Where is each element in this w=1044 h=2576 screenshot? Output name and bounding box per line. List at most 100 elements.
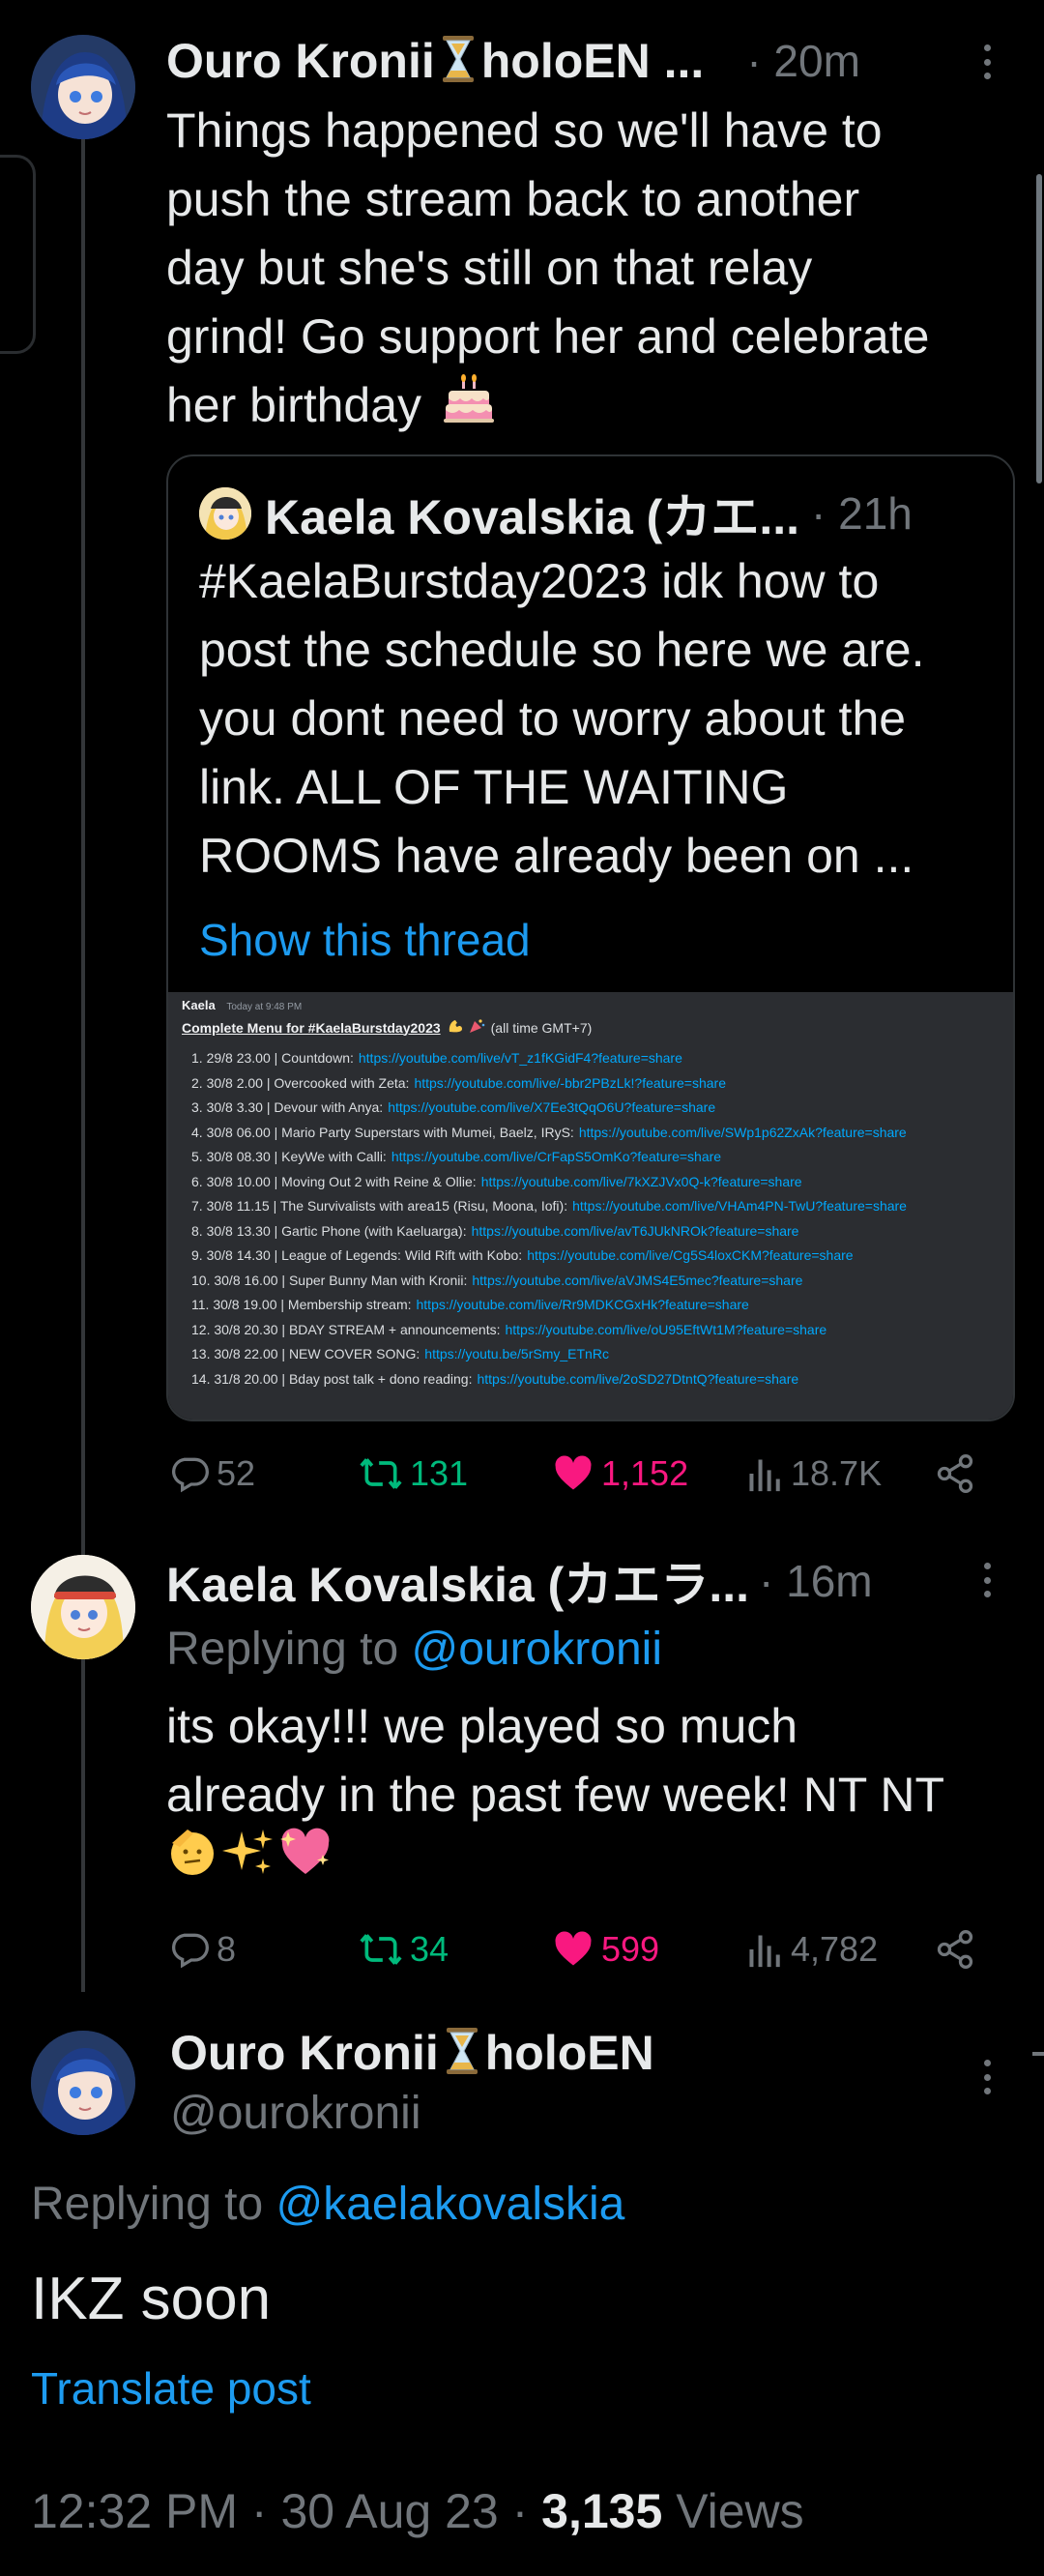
reply-button[interactable]: 8 xyxy=(168,1928,236,1971)
schedule-row-link[interactable]: https://youtube.com/live/-bbr2PBzLk!?fea… xyxy=(414,1075,726,1091)
schedule-row-text: 14. 31/8 20.00 | Bday post talk + dono r… xyxy=(191,1370,473,1387)
post-actions: 52 131 1,152 18.7K xyxy=(168,1447,990,1501)
handle[interactable]: @ourokronii xyxy=(170,2085,421,2143)
views-button[interactable]: 18.7K xyxy=(746,1452,882,1495)
schedule-row-text: 5. 30/8 08.30 | KeyWe with Calli: xyxy=(191,1149,387,1164)
repost-button[interactable]: 34 xyxy=(358,1928,449,1971)
translate-post-link[interactable]: Translate post xyxy=(31,2359,311,2417)
edge-decoration xyxy=(0,155,36,354)
post-time[interactable]: 12:32 PM xyxy=(31,2484,238,2538)
schedule-row-link[interactable]: https://youtube.com/live/Rr9MDKCGxHk?fea… xyxy=(417,1297,749,1312)
display-name[interactable]: Ouro Kronii xyxy=(170,2025,439,2081)
like-button[interactable]: 1,152 xyxy=(551,1452,688,1495)
schedule-image[interactable]: Kaela Today at 9:48 PM Complete Menu for… xyxy=(168,992,1013,1420)
schedule-row: 3. 30/8 3.30 | Devour with Anya: https://… xyxy=(191,1099,715,1115)
hourglass-icon xyxy=(439,34,478,89)
replying-handle[interactable]: @kaelakovalskia xyxy=(276,2179,624,2230)
quoted-post[interactable]: Kaela Kovalskia (カエ... · 21h #KaelaBurst… xyxy=(166,454,1015,1421)
schedule-row-link[interactable]: https://youtu.be/5rSmy_ETnRc xyxy=(424,1346,609,1361)
schedule-row: 14. 31/8 20.00 | Bday post talk + dono r… xyxy=(191,1371,798,1387)
schedule-row-link[interactable]: https://youtube.com/live/X7Ee3tQqO6U?fea… xyxy=(388,1099,715,1115)
repost-icon xyxy=(358,1928,404,1971)
replying-handle[interactable]: @ourokronii xyxy=(411,1624,662,1675)
schedule-row-link[interactable]: https://youtube.com/live/CrFapS5OmKo?fea… xyxy=(392,1149,721,1164)
schedule-row-text: 9. 30/8 14.30 | League of Legends: Wild … xyxy=(191,1247,523,1263)
reply-icon xyxy=(168,1928,211,1971)
schedule-author: Kaela xyxy=(182,998,216,1012)
repost-icon xyxy=(358,1452,404,1495)
views-icon xyxy=(746,1452,785,1495)
schedule-row-link[interactable]: https://youtube.com/live/2oSD27DtntQ?fea… xyxy=(477,1371,798,1387)
like-button[interactable]: 599 xyxy=(551,1928,659,1971)
schedule-row-link[interactable]: https://youtube.com/live/vT_z1fKGidF4?fe… xyxy=(359,1050,682,1066)
reply-icon xyxy=(168,1452,211,1495)
schedule-row: 4. 30/8 06.00 | Mario Party Superstars w… xyxy=(191,1125,907,1140)
schedule-row-text: 11. 30/8 19.00 | Membership stream: xyxy=(191,1297,412,1312)
avatar[interactable] xyxy=(31,2031,135,2135)
schedule-row-link[interactable]: https://youtube.com/live/avT6JUkNROk?fea… xyxy=(472,1223,799,1239)
schedule-title: Complete Menu for #KaelaBurstday2023 xyxy=(182,1019,441,1036)
repost-button[interactable]: 131 xyxy=(358,1452,468,1495)
schedule-row-text: 3. 30/8 3.30 | Devour with Anya: xyxy=(191,1099,384,1115)
quote-avatar[interactable] xyxy=(199,487,251,540)
party-emoji xyxy=(468,1017,485,1038)
views-count[interactable]: 3,135 xyxy=(541,2484,662,2538)
more-icon[interactable] xyxy=(984,1563,996,1597)
post-actions: 8 34 599 4,782 xyxy=(168,1922,990,1976)
schedule-row: 1. 29/8 23.00 | Countdown: https://youtub… xyxy=(191,1050,682,1066)
views-label: Views xyxy=(676,2484,804,2538)
schedule-row: 2. 30/8 2.00 | Overcooked with Zeta: http… xyxy=(191,1075,726,1091)
share-icon xyxy=(934,1452,976,1495)
hourglass-icon xyxy=(443,2026,481,2081)
show-thread-link[interactable]: Show this thread xyxy=(199,911,531,969)
schedule-row: 8. 30/8 13.30 | Gartic Phone (with Kaelu… xyxy=(191,1223,798,1239)
post-time[interactable]: · 20m xyxy=(746,35,860,87)
display-name-suffix[interactable]: holoEN ... xyxy=(481,33,705,89)
schedule-row-text: 8. 30/8 13.30 | Gartic Phone (with Kaelu… xyxy=(191,1222,467,1239)
schedule-row-text: 7. 30/8 11.15 | The Survivalists with ar… xyxy=(191,1198,568,1214)
avatar[interactable] xyxy=(31,1555,135,1659)
post-time[interactable]: · 16m xyxy=(759,1555,873,1607)
post-text: its okay!!! we played so much already in… xyxy=(166,1692,1017,1891)
schedule-row: 12. 30/8 20.30 | BDAY STREAM + announcem… xyxy=(191,1322,826,1337)
views-icon xyxy=(746,1928,785,1971)
share-button[interactable] xyxy=(934,1928,976,1971)
post-date[interactable]: 30 Aug 23 xyxy=(280,2484,498,2538)
schedule-row-link[interactable]: https://youtube.com/live/SWp1p62ZxAk?fea… xyxy=(579,1125,907,1140)
display-name[interactable]: Kaela Kovalskia (カエラ... xyxy=(166,1546,749,1616)
schedule-row: 6. 30/8 10.00 | Moving Out 2 with Reine … xyxy=(191,1174,802,1189)
sparkling-heart-emoji xyxy=(278,1826,333,1896)
avatar[interactable] xyxy=(31,35,135,139)
replying-to: Replying to @ourokronii xyxy=(166,1624,662,1675)
schedule-row-link[interactable]: https://youtube.com/live/VHAm4PN-TwU?fea… xyxy=(572,1198,907,1214)
sparkles-emoji xyxy=(222,1826,275,1896)
schedule-row-text: 10. 30/8 16.00 | Super Bunny Man with Kr… xyxy=(191,1272,468,1288)
post-meta: 12:32 PM · 30 Aug 23 · 3,135 Views xyxy=(31,2484,804,2538)
schedule-row-link[interactable]: https://youtube.com/live/oU95EftWt1M?fea… xyxy=(505,1322,826,1337)
thread-line xyxy=(81,135,85,1992)
quote-time[interactable]: · 21h xyxy=(811,487,913,540)
quote-display-name[interactable]: Kaela Kovalskia (カエ... xyxy=(265,479,799,548)
like-icon xyxy=(551,1928,595,1971)
schedule-row-text: 2. 30/8 2.00 | Overcooked with Zeta: xyxy=(191,1074,410,1091)
more-icon[interactable] xyxy=(984,44,996,79)
scrollbar[interactable] xyxy=(1036,174,1042,483)
schedule-row-text: 1. 29/8 23.00 | Countdown: xyxy=(191,1050,354,1066)
more-icon[interactable] xyxy=(984,2060,996,2094)
schedule-row: 9. 30/8 14.30 | League of Legends: Wild … xyxy=(191,1247,854,1263)
schedule-row-link[interactable]: https://youtube.com/live/7kXZJVx0Q-k?fea… xyxy=(481,1174,802,1189)
display-name-suffix[interactable]: holoEN xyxy=(485,2025,654,2081)
share-icon xyxy=(934,1928,976,1971)
views-button[interactable]: 4,782 xyxy=(746,1928,878,1971)
post-text: Things happened so we'll have to push th… xyxy=(166,97,1017,444)
schedule-row: 5. 30/8 08.30 | KeyWe with Calli: https:/… xyxy=(191,1149,721,1164)
share-button[interactable] xyxy=(934,1452,976,1495)
schedule-row-link[interactable]: https://youtube.com/live/aVJMS4E5mec?fea… xyxy=(472,1273,802,1288)
cake-emoji xyxy=(443,373,495,444)
schedule-row-text: 12. 30/8 20.30 | BDAY STREAM + announcem… xyxy=(191,1321,501,1337)
display-name[interactable]: Ouro Kronii xyxy=(166,33,435,89)
reply-button[interactable]: 52 xyxy=(168,1452,255,1495)
schedule-row-link[interactable]: https://youtube.com/live/Cg5S4loxCKM?fea… xyxy=(527,1247,853,1263)
schedule-row-text: 13. 30/8 22.00 | NEW COVER SONG: xyxy=(191,1346,420,1361)
like-icon xyxy=(551,1452,595,1495)
